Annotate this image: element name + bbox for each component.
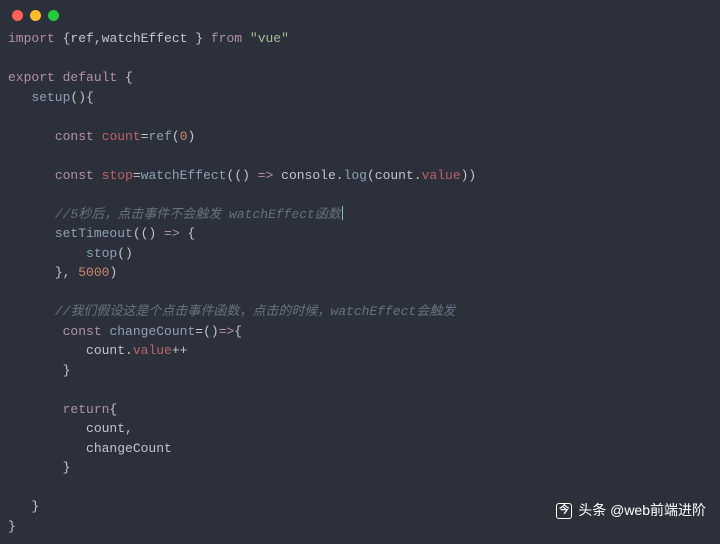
kw-import: import [8,31,55,46]
watermark: 今 头条 @web前端进阶 [556,500,706,521]
comment-2: //我们假设这是个点击事件函数，点击的时候，watchEffect会触发 [55,304,455,319]
maximize-dot-icon [48,10,59,21]
code-block: import {ref,watchEffect } from "vue" exp… [0,25,720,544]
comment-1: //5秒后，点击事件不会触发 watchEffect函数 [55,207,341,222]
close-dot-icon [12,10,23,21]
text-cursor-icon [342,206,343,220]
minimize-dot-icon [30,10,41,21]
toutiao-logo-icon: 今 [556,503,572,519]
window-controls [0,0,720,25]
watermark-text: 头条 @web前端进阶 [578,500,706,521]
